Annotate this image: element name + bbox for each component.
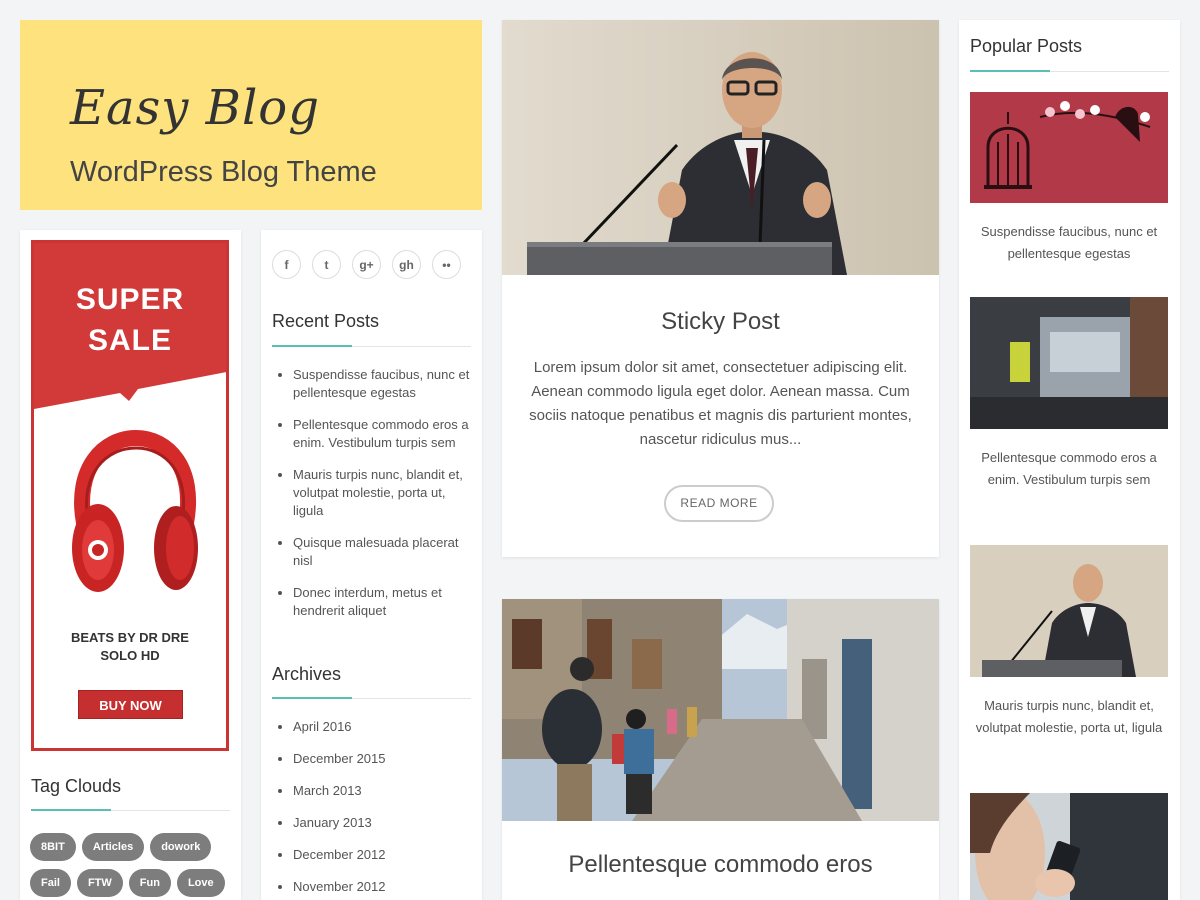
- facebook-icon[interactable]: f: [272, 250, 301, 279]
- popular-post-thumbnail[interactable]: [970, 297, 1168, 429]
- post-featured-image[interactable]: [502, 599, 939, 821]
- ad-banner[interactable]: SUPER SALE BEATS BY DR DRE SOLO HD BUY N…: [31, 240, 229, 751]
- buy-now-button[interactable]: BUY NOW: [78, 690, 183, 719]
- tag-link[interactable]: FTW: [76, 869, 123, 897]
- tag-link[interactable]: dowork: [150, 833, 212, 861]
- recent-posts-title-accent: [272, 345, 352, 347]
- post-title[interactable]: Pellentesque commodo eros: [502, 851, 939, 879]
- archive-link[interactable]: January 2013: [272, 814, 472, 832]
- read-more-button[interactable]: READ MORE: [664, 485, 774, 522]
- sidebar-widgets: f t g+ gh •• Recent Posts Suspendisse fa…: [261, 230, 482, 900]
- recent-post-link[interactable]: Quisque malesuada placerat nisl: [272, 534, 472, 570]
- ad-headline: SUPER SALE: [34, 279, 226, 361]
- archives-list: April 2016 December 2015 March 2013 Janu…: [272, 718, 472, 900]
- office-image: [970, 297, 1168, 429]
- tag-cloud-title-accent: [31, 809, 111, 811]
- street-photo: [502, 599, 939, 821]
- archive-link[interactable]: November 2012: [272, 878, 472, 896]
- popular-posts-title: Popular Posts: [970, 36, 1083, 56]
- recent-posts-title: Recent Posts: [272, 311, 380, 331]
- speaker-photo: [502, 20, 939, 275]
- post-card: Pellentesque commodo eros: [502, 599, 939, 900]
- tag-link[interactable]: Articles: [81, 833, 145, 861]
- popular-post-item[interactable]: Suspendisse faucibus, nunc et pellentesq…: [970, 92, 1168, 265]
- ad-product-line1: BEATS BY DR DRE: [71, 630, 189, 645]
- recent-post-link[interactable]: Pellentesque commodo eros a enim. Vestib…: [272, 416, 472, 452]
- popular-post-title[interactable]: Mauris turpis nunc, blandit et, volutpat…: [970, 695, 1168, 739]
- ad-widget: SUPER SALE BEATS BY DR DRE SOLO HD BUY N…: [20, 230, 241, 900]
- archive-link[interactable]: March 2013: [272, 782, 472, 800]
- flickr-icon[interactable]: ••: [432, 250, 461, 279]
- post-title[interactable]: Sticky Post: [502, 308, 939, 336]
- popular-post-title[interactable]: Suspendisse faucibus, nunc et pellentesq…: [970, 221, 1168, 265]
- speaker-thumbnail: [970, 545, 1168, 677]
- popular-post-thumbnail[interactable]: [970, 793, 1168, 900]
- tag-link[interactable]: Fail: [30, 869, 71, 897]
- social-links: f t g+ gh ••: [272, 250, 461, 279]
- phone-user-image: [970, 793, 1168, 900]
- post-card: Sticky Post Lorem ipsum dolor sit amet, …: [502, 20, 939, 557]
- ad-headline-line2: SALE: [87, 324, 172, 357]
- twitter-icon[interactable]: t: [312, 250, 341, 279]
- archive-link[interactable]: December 2012: [272, 846, 472, 864]
- tag-link[interactable]: Fun: [128, 869, 171, 897]
- ad-banner-top: SUPER SALE: [34, 243, 226, 413]
- archive-link[interactable]: April 2016: [272, 718, 472, 736]
- tag-cloud: 8BIT Articles dowork Fail FTW Fun Love: [30, 833, 235, 897]
- recent-post-link[interactable]: Suspendisse faucibus, nunc et pellentesq…: [272, 366, 472, 402]
- archive-link[interactable]: December 2015: [272, 750, 472, 768]
- tag-link[interactable]: 8BIT: [30, 833, 76, 861]
- ad-headline-line1: SUPER: [75, 283, 185, 316]
- site-header: Easy Blog WordPress Blog Theme: [20, 20, 482, 210]
- popular-post-item[interactable]: [970, 793, 1168, 900]
- popular-posts-widget: Popular Posts Suspendisse faucibus, nunc…: [959, 20, 1180, 900]
- recent-post-link[interactable]: Donec interdum, metus et hendrerit aliqu…: [272, 584, 472, 620]
- popular-posts-title-accent: [970, 70, 1050, 72]
- github-icon[interactable]: gh: [392, 250, 421, 279]
- post-excerpt: Lorem ipsum dolor sit amet, consectetuer…: [529, 359, 912, 448]
- headphones-image: [72, 429, 198, 592]
- recent-posts-list: Suspendisse faucibus, nunc et pellentesq…: [272, 366, 472, 634]
- popular-post-thumbnail[interactable]: [970, 92, 1168, 203]
- popular-post-thumbnail[interactable]: [970, 545, 1168, 677]
- popular-post-title[interactable]: Pellentesque commodo eros a enim. Vestib…: [970, 447, 1168, 491]
- archives-title: Archives: [272, 664, 342, 684]
- archives-title-accent: [272, 697, 352, 699]
- birdcage-image: [970, 92, 1168, 203]
- site-tagline: WordPress Blog Theme: [70, 156, 377, 188]
- popular-post-item[interactable]: Mauris turpis nunc, blandit et, volutpat…: [970, 545, 1168, 739]
- ad-product-line2: SOLO HD: [100, 648, 160, 663]
- tag-link[interactable]: Love: [176, 869, 225, 897]
- google-plus-icon[interactable]: g+: [352, 250, 381, 279]
- ad-product-name: BEATS BY DR DRE SOLO HD: [34, 629, 226, 665]
- popular-post-item[interactable]: Pellentesque commodo eros a enim. Vestib…: [970, 297, 1168, 491]
- post-featured-image[interactable]: [502, 20, 939, 275]
- site-title[interactable]: Easy Blog: [70, 80, 320, 136]
- tag-cloud-title: Tag Clouds: [31, 776, 122, 796]
- recent-post-link[interactable]: Mauris turpis nunc, blandit et, volutpat…: [272, 466, 472, 520]
